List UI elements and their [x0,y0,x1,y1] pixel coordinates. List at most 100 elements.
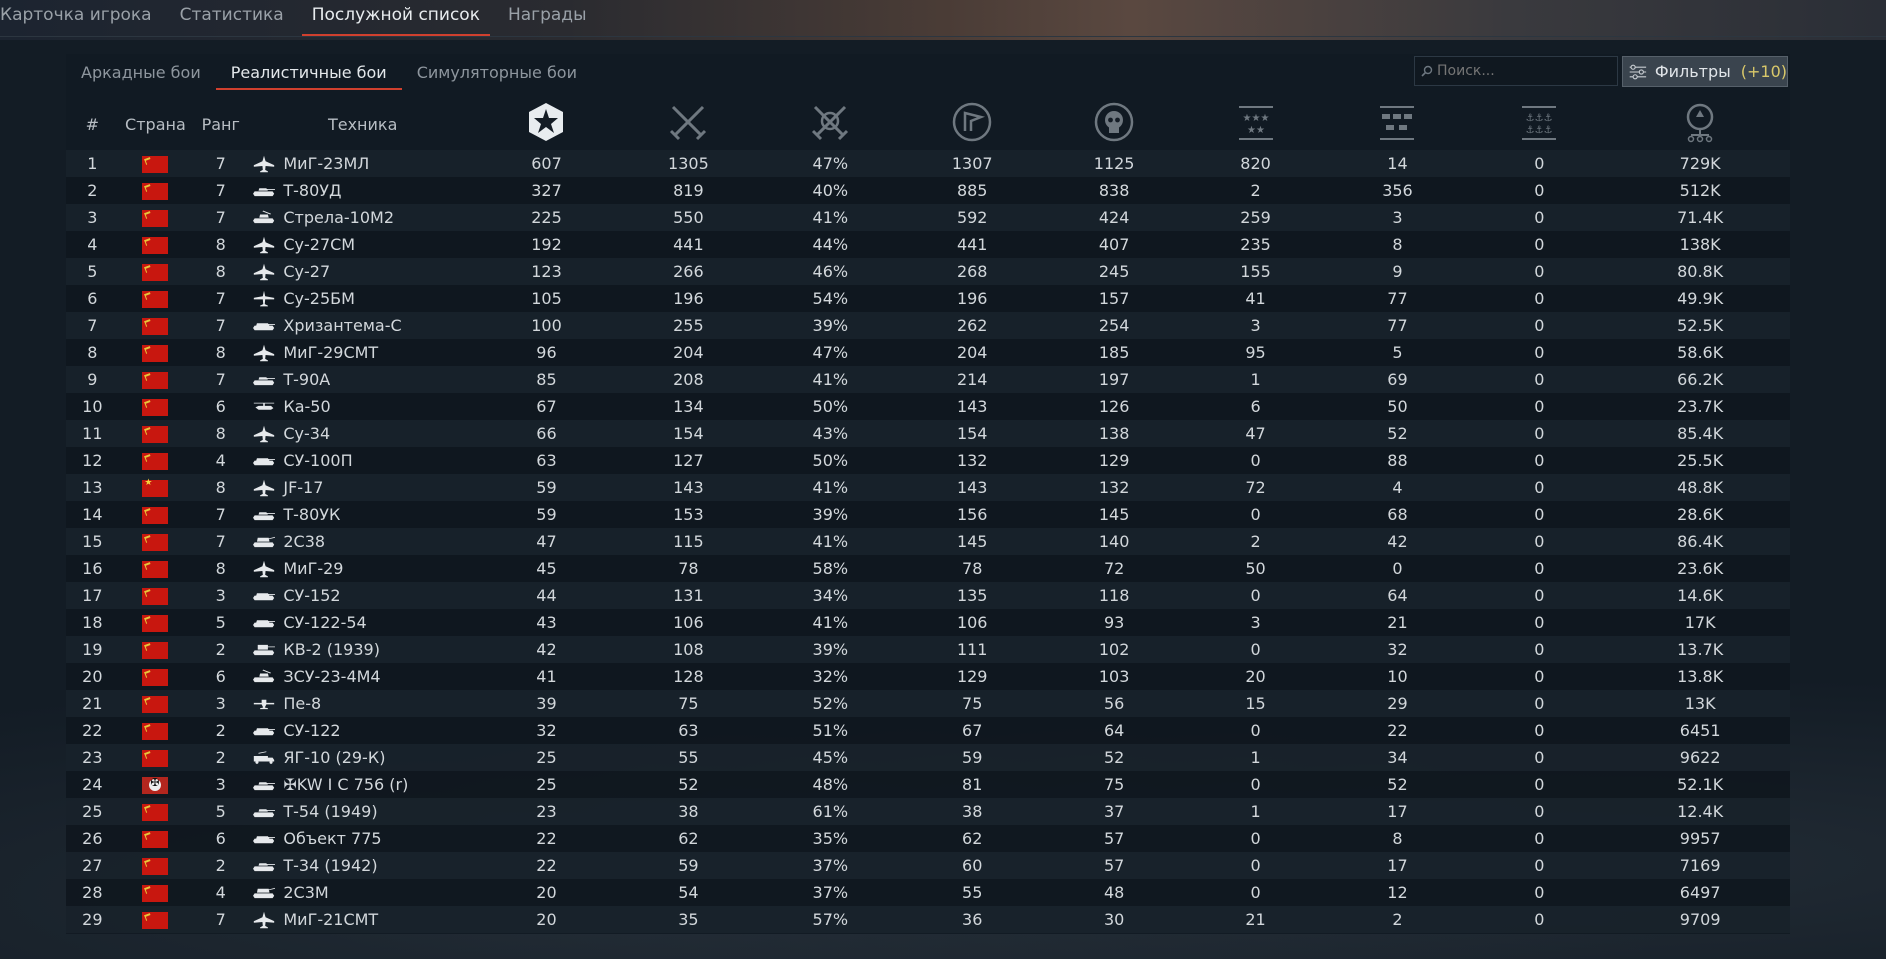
vehicle-cell[interactable]: Су-34 [249,420,476,447]
vehicle-rank: 2 [215,748,226,767]
vehicle-cell[interactable]: МиГ-23МЛ [249,150,476,177]
col-number[interactable]: # [66,98,119,150]
table-row[interactable]: 11 8 Су-34 66 154 43% 154 138 47 52 0 85.4K [66,420,1790,447]
tab-arcade-battles[interactable]: Аркадные бои [66,58,216,88]
vehicle-cell[interactable]: ЗСУ-23-4М4 [249,663,476,690]
vehicle-cell[interactable]: Хризантема-С [249,312,476,339]
vehicle-cell[interactable]: КВ-2 (1939) [249,636,476,663]
table-row[interactable]: 10 6 Ка-50 67 134 50% 143 126 6 50 0 23.7K [66,393,1790,420]
bomber-icon [254,699,275,709]
table-row[interactable]: 9 7 Т-90А 85 208 41% 214 197 1 69 0 66.2K [66,366,1790,393]
table-row[interactable]: 17 3 СУ-152 44 131 34% 135 118 0 64 0 14.6K [66,582,1790,609]
vehicle-name: Т-80УД [283,181,342,200]
vehicle-cell[interactable]: Стрела-10М2 [249,204,476,231]
col-score[interactable] [476,98,617,150]
table-row[interactable]: 29 7 МиГ-21СМТ 20 35 57% 36 30 21 2 0 9709 [66,906,1790,933]
ussr-flag-icon [142,453,169,470]
vehicle-cell[interactable]: МиГ-29СМТ [249,339,476,366]
table-row[interactable]: 18 5 СУ-122-54 43 106 41% 106 93 3 21 0 17K [66,609,1790,636]
col-battles[interactable] [617,98,760,150]
col-ground-kills[interactable] [1327,98,1469,150]
table-row[interactable]: 21 3 Пе-8 39 75 52% 75 56 15 29 0 13K [66,690,1790,717]
table-row[interactable]: 20 6 ЗСУ-23-4М4 41 128 32% 129 103 20 10 0 13.8K [66,663,1790,690]
col-country[interactable]: Страна [119,98,192,150]
tab-simulator-battles[interactable]: Симуляторные бои [402,58,592,88]
tab-realistic-battles[interactable]: Реалистичные бои [215,58,402,90]
table-row[interactable]: 27 2 Т-34 (1942) 22 59 37% 60 57 0 17 0 7169 [66,852,1790,879]
vehicle-cell[interactable]: Су-27 [249,258,476,285]
vehicle-name: СУ-122 [283,721,341,740]
table-row[interactable]: 6 7 Су-25БМ 105 196 54% 196 157 41 77 0 49.9K [66,285,1790,312]
research-value: 71.4K [1677,208,1724,227]
table-row[interactable]: 5 8 Су-27 123 266 46% 268 245 155 9 0 80.8K [66,258,1790,285]
deaths-value: 102 [1098,640,1130,659]
col-deaths[interactable] [1044,98,1185,150]
vehicle-cell[interactable]: СУ-122 [249,717,476,744]
table-row[interactable]: 7 7 Хризантема-С 100 255 39% 262 254 3 77 0 52.5K [66,312,1790,339]
deaths-value: 145 [1098,505,1130,524]
table-row[interactable]: 12 4 СУ-100П 63 127 50% 132 129 0 88 0 25.5K [66,447,1790,474]
table-row[interactable]: 24 3 ✠KW I C 756 (r) 25 52 48% 81 75 0 52 0 52.1K [66,771,1790,798]
row-number: 2 [87,181,98,200]
table-row[interactable]: 8 8 МиГ-29СМТ 96 204 47% 204 185 95 5 0 58.6K [66,339,1790,366]
vehicle-cell[interactable]: Объект 775 [249,825,476,852]
vehicle-cell[interactable]: 2С3М [249,879,476,906]
tab-player-card[interactable]: Карточка игрока [0,0,166,36]
vehicle-cell[interactable]: СУ-100П [249,447,476,474]
col-vehicle[interactable]: Техника [249,98,476,150]
search-input[interactable] [1437,63,1607,79]
col-research[interactable] [1610,98,1790,150]
victories-value: 39% [812,505,849,524]
vehicle-cell[interactable]: JF-17 [249,474,476,501]
filters-button[interactable]: Фильтры (+10) [1622,56,1788,87]
air-kills-value: 0 [1250,721,1261,740]
ground-kills-value: 17 [1387,856,1408,875]
respawns-value: 154 [956,424,988,443]
vehicle-cell[interactable]: Пе-8 [249,690,476,717]
col-rank[interactable]: Ранг [192,98,249,150]
col-victories[interactable] [760,98,901,150]
vehicle-cell[interactable]: 2С38 [249,528,476,555]
vehicle-rank: 7 [215,154,226,173]
table-row[interactable]: 23 2 ЯГ-10 (29-К) 25 55 45% 59 52 1 34 0 9622 [66,744,1790,771]
vehicle-cell[interactable]: Т-80УК [249,501,476,528]
table-row[interactable]: 15 7 2С38 47 115 41% 145 140 2 42 0 86.4K [66,528,1790,555]
ussr-flag-icon [142,642,169,659]
vehicle-cell[interactable]: Су-25БМ [249,285,476,312]
table-row[interactable]: 4 8 Су-27СМ 192 441 44% 441 407 235 8 0 138K [66,231,1790,258]
col-naval-kills[interactable]: ⚓⚓⚓ ⚓⚓⚓ [1468,98,1610,150]
vehicle-cell[interactable]: МиГ-21СМТ [249,906,476,933]
naval-kills-value: 0 [1534,640,1545,659]
table-row[interactable]: 2 7 Т-80УД 327 819 40% 885 838 2 356 0 512K [66,177,1790,204]
vehicle-cell[interactable]: ЯГ-10 (29-К) [249,744,476,771]
ground-kills-value: 9 [1392,262,1403,281]
table-row[interactable]: 25 5 Т-54 (1949) 23 38 61% 38 37 1 17 0 12.4K [66,798,1790,825]
vehicle-cell[interactable]: Су-27СМ [249,231,476,258]
table-row[interactable]: 28 4 2С3М 20 54 37% 55 48 0 12 0 6497 [66,879,1790,906]
vehicle-cell[interactable]: Т-54 (1949) [249,798,476,825]
tab-service-record[interactable]: Послужной список [298,0,494,36]
col-air-kills[interactable]: ★★★ ★★ [1185,98,1327,150]
table-row[interactable]: 1 7 МиГ-23МЛ 607 1305 47% 1307 1125 820 14 0 729K [66,150,1790,177]
vehicle-cell[interactable]: Ка-50 [249,393,476,420]
tab-awards[interactable]: Награды [494,0,601,36]
table-row[interactable]: 3 7 Стрела-10М2 225 550 41% 592 424 259 3 0 71.4K [66,204,1790,231]
vehicle-cell[interactable]: МиГ-29 [249,555,476,582]
vehicle-cell[interactable]: Т-34 (1942) [249,852,476,879]
vehicle-cell[interactable]: СУ-152 [249,582,476,609]
col-respawns[interactable] [901,98,1044,150]
ussr-flag-icon [142,885,169,902]
vehicle-cell[interactable]: ✠KW I C 756 (r) [249,771,476,798]
table-row[interactable]: 26 6 Объект 775 22 62 35% 62 57 0 8 0 9957 [66,825,1790,852]
row-number: 22 [82,721,103,740]
table-row[interactable]: 16 8 МиГ-29 45 78 58% 78 72 50 0 0 23.6K [66,555,1790,582]
vehicle-cell[interactable]: Т-80УД [249,177,476,204]
vehicle-cell[interactable]: СУ-122-54 [249,609,476,636]
table-row[interactable]: 13 8 JF-17 59 143 41% 143 132 72 4 0 48.8K [66,474,1790,501]
table-row[interactable]: 14 7 Т-80УК 59 153 39% 156 145 0 68 0 28.6K [66,501,1790,528]
vehicle-cell[interactable]: Т-90А [249,366,476,393]
table-row[interactable]: 22 2 СУ-122 32 63 51% 67 64 0 22 0 6451 [66,717,1790,744]
table-row[interactable]: 19 2 КВ-2 (1939) 42 108 39% 111 102 0 32 0 13.7K [66,636,1790,663]
country-flag [119,771,192,798]
tab-statistics[interactable]: Статистика [166,0,298,36]
